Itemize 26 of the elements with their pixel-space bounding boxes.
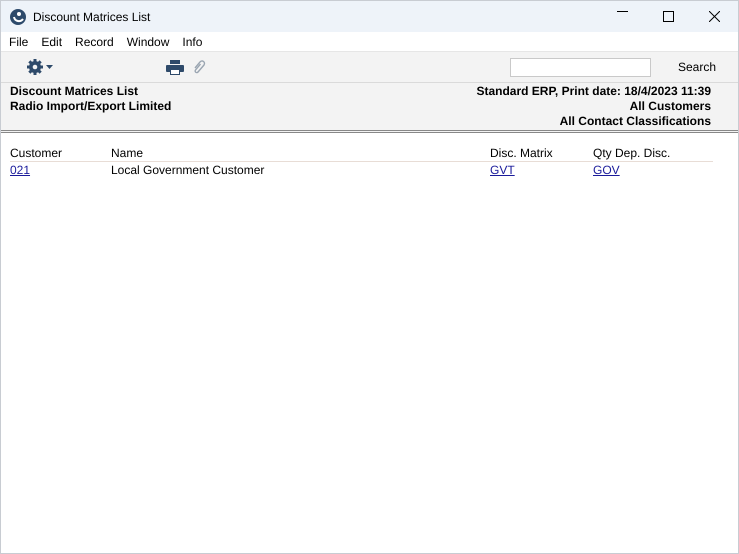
table-cell: Local Government Customer (111, 163, 264, 177)
menu-item[interactable]: Window (122, 32, 174, 50)
menu-item[interactable]: Edit (37, 32, 66, 50)
column-header: Name (111, 146, 144, 160)
settings-icon[interactable] (26, 58, 54, 76)
column-header: Qty Dep. Disc. (593, 146, 670, 160)
menu-item[interactable]: File (5, 32, 32, 50)
report-title: Discount Matrices List (10, 84, 138, 98)
report-info: Standard ERP, Print date: 18/4/2023 11:39 (476, 84, 711, 98)
search-field[interactable] (510, 58, 651, 76)
print-icon[interactable] (166, 60, 184, 74)
maximize-button[interactable] (663, 11, 674, 22)
table-link[interactable]: 021 (10, 163, 30, 177)
report-info: All Contact Classifications (560, 114, 711, 128)
search-button[interactable]: Search (678, 58, 716, 76)
menu-item[interactable]: Info (178, 32, 206, 50)
menu-item[interactable]: Record (71, 32, 118, 50)
report-title: Radio Import/Export Limited (10, 99, 172, 113)
table-link[interactable]: GVT (490, 163, 515, 177)
window-title: Discount Matrices List (33, 8, 150, 26)
app-logo-icon (9, 8, 27, 26)
report-info: All Customers (630, 99, 711, 113)
column-header: Customer (10, 146, 62, 160)
table-link[interactable]: GOV (593, 163, 620, 177)
close-button[interactable] (709, 11, 720, 22)
column-header: Disc. Matrix (490, 146, 553, 160)
